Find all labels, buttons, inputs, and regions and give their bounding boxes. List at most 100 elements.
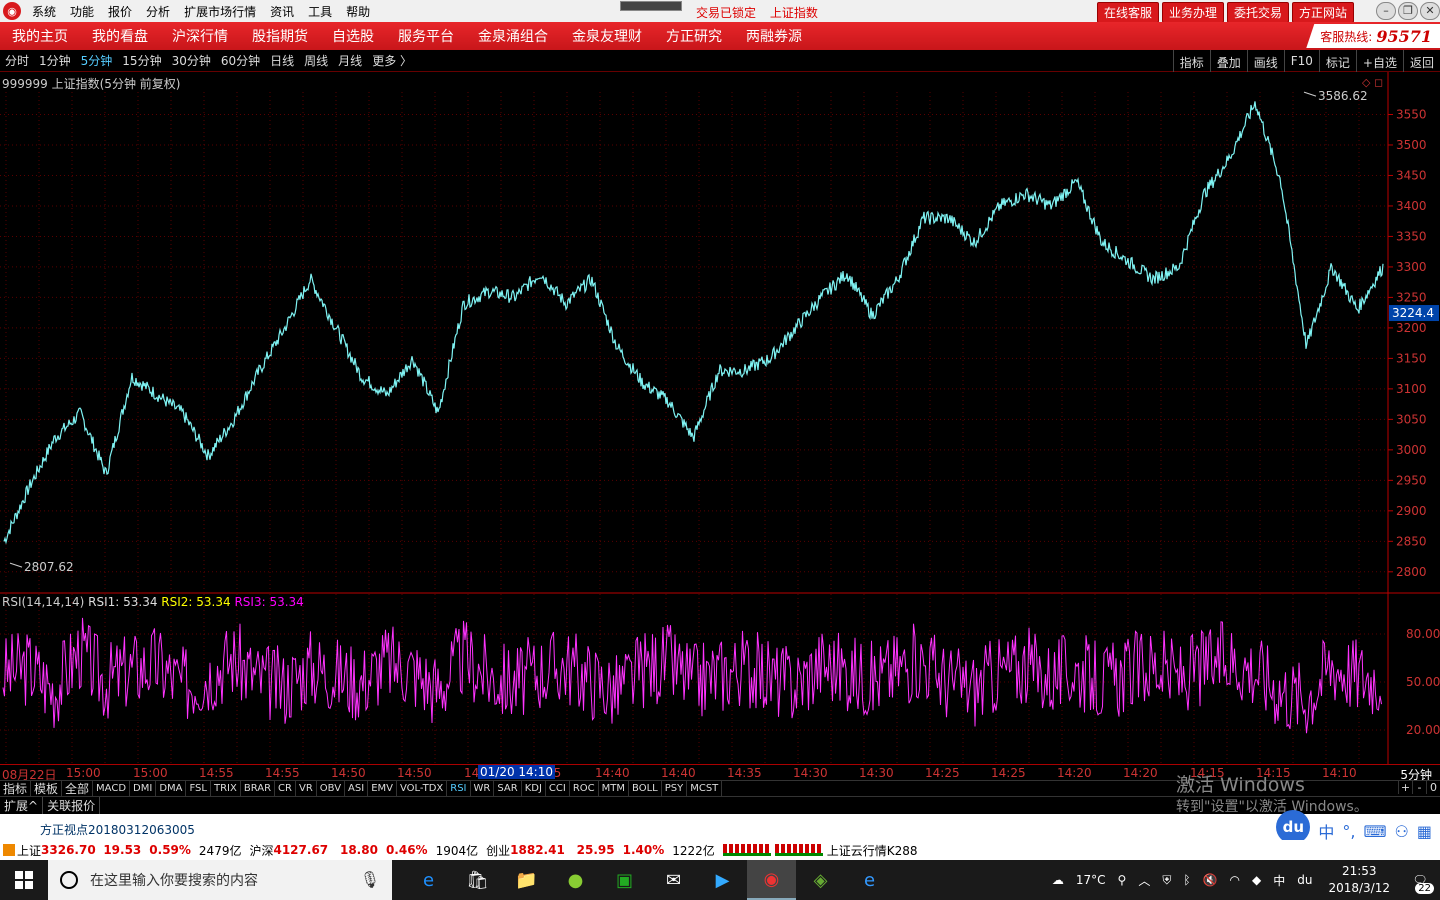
menu-item-quote[interactable]: 报价 <box>101 3 139 20</box>
nav-my-board[interactable]: 我的看盘 <box>80 26 160 46</box>
mail-icon[interactable]: ✉ <box>649 860 698 900</box>
pane-reset-button[interactable]: 0 <box>1426 781 1440 794</box>
period-day[interactable]: 日线 <box>265 52 299 69</box>
tab-kdj[interactable]: KDJ <box>522 780 546 797</box>
period-1min[interactable]: 1分钟 <box>34 52 76 69</box>
tab-macd[interactable]: MACD <box>93 780 131 797</box>
tool-add-watchlist[interactable]: +自选 <box>1355 50 1403 72</box>
nav-wealth[interactable]: 金泉友理财 <box>560 26 654 46</box>
news-headline[interactable]: 方正视点20180312063005 <box>40 821 195 838</box>
minimize-icon[interactable]: – <box>1376 2 1396 20</box>
menu-item-analysis[interactable]: 分析 <box>139 3 177 20</box>
menu-item-ext-market[interactable]: 扩展市场行情 <box>177 3 263 20</box>
tab-dmi[interactable]: DMI <box>130 780 157 797</box>
menu-item-system[interactable]: 系统 <box>25 3 63 20</box>
business-button[interactable]: 业务办理 <box>1161 2 1224 23</box>
tool-indicator[interactable]: 指标 <box>1172 50 1210 72</box>
tray-app-icon[interactable]: ◆ <box>1246 873 1267 887</box>
tab-template[interactable]: 模板 <box>31 780 63 797</box>
pane-remove-button[interactable]: - <box>1412 781 1426 794</box>
hotline-badge[interactable]: 客服热线: 95571 <box>1306 24 1440 48</box>
bluetooth-icon[interactable]: ᛒ <box>1177 873 1196 887</box>
related-quotes[interactable]: 关联报价 <box>43 797 101 814</box>
period-15min[interactable]: 15分钟 <box>117 52 166 69</box>
nav-service[interactable]: 服务平台 <box>386 26 466 46</box>
ime-grid-icon[interactable]: ▦ <box>1417 822 1432 841</box>
tool-f10[interactable]: F10 <box>1283 50 1319 72</box>
edge-icon[interactable]: e <box>404 860 453 900</box>
tab-vol-tdx[interactable]: VOL-TDX <box>397 780 448 797</box>
tab-dma[interactable]: DMA <box>156 780 187 797</box>
period-5min[interactable]: 5分钟 <box>76 52 118 69</box>
taskbar-search-box[interactable]: 在这里输入你要搜索的内容 🎙 <box>48 860 392 900</box>
tab-roc[interactable]: ROC <box>570 780 599 797</box>
close-icon[interactable]: ✕ <box>1420 2 1440 20</box>
microphone-icon[interactable]: 🎙 <box>360 870 380 889</box>
menu-item-tools[interactable]: 工具 <box>301 3 339 20</box>
store-icon[interactable]: 🛍 <box>453 860 502 900</box>
tab-mcst[interactable]: MCST <box>687 780 723 797</box>
tab-obv[interactable]: OBV <box>317 780 346 797</box>
period-week[interactable]: 周线 <box>299 52 333 69</box>
period-60min[interactable]: 60分钟 <box>216 52 265 69</box>
trade-button[interactable]: 委托交易 <box>1226 2 1289 23</box>
explorer-icon[interactable]: 📁 <box>502 860 551 900</box>
tab-vr[interactable]: VR <box>296 780 317 797</box>
tab-cr[interactable]: CR <box>275 780 296 797</box>
tab-wr[interactable]: WR <box>471 780 495 797</box>
tab-psy[interactable]: PSY <box>662 780 688 797</box>
shield-icon[interactable]: ⛨ <box>1156 873 1177 888</box>
extend-toggle[interactable]: 扩展^ <box>0 797 44 814</box>
baidu-ime-icon[interactable]: du <box>1276 810 1311 844</box>
windows-start-icon[interactable] <box>0 860 48 900</box>
tool-mark[interactable]: 标记 <box>1318 50 1356 72</box>
nav-research[interactable]: 方正研究 <box>654 26 734 46</box>
cloud-quote-label[interactable]: 上证云行情K288 <box>827 842 918 859</box>
tab-fsl[interactable]: FSL <box>186 780 211 797</box>
tab-sar[interactable]: SAR <box>494 780 522 797</box>
nav-home[interactable]: 我的主页 <box>0 26 80 46</box>
app-photo-icon[interactable]: ▣ <box>600 860 649 900</box>
period-more[interactable]: 更多 〉 <box>367 52 417 69</box>
menu-item-news[interactable]: 资讯 <box>263 3 301 20</box>
ime-keyboard-icon[interactable]: ⌨ <box>1363 822 1386 841</box>
wifi-icon[interactable]: ◠ <box>1224 873 1246 887</box>
website-button[interactable]: 方正网站 <box>1291 2 1354 23</box>
online-service-button[interactable]: 在线客服 <box>1096 2 1159 23</box>
nav-watchlist[interactable]: 自选股 <box>320 26 386 46</box>
tool-back[interactable]: 返回 <box>1402 50 1440 72</box>
ime-lang-indicator[interactable]: 中 <box>1267 872 1291 889</box>
tab-rsi[interactable]: RSI <box>447 780 471 797</box>
tab-trix[interactable]: TRIX <box>211 780 241 797</box>
notification-icon[interactable]: 🗨 22 <box>1400 860 1440 900</box>
tab-asi[interactable]: ASI <box>345 780 369 797</box>
app-green-icon[interactable]: ● <box>551 860 600 900</box>
system-clock[interactable]: 21:53 2018/3/12 <box>1318 863 1400 897</box>
nav-portfolio[interactable]: 金泉涌组合 <box>466 26 560 46</box>
tab-indicator[interactable]: 指标 <box>0 780 32 797</box>
ime-punct-icon[interactable]: °, <box>1342 822 1355 841</box>
baidu-tray-icon[interactable]: du <box>1291 873 1318 887</box>
menu-item-function[interactable]: 功能 <box>63 3 101 20</box>
restore-icon[interactable]: ❐ <box>1398 2 1418 20</box>
nav-index-futures[interactable]: 股指期货 <box>240 26 320 46</box>
period-month[interactable]: 月线 <box>333 52 367 69</box>
weather-icon[interactable]: ☁ <box>1046 873 1070 887</box>
period-30min[interactable]: 30分钟 <box>167 52 216 69</box>
tab-all[interactable]: 全部 <box>62 780 94 797</box>
price-chart[interactable]: 3550 3500 3450 3400 3350 3300 3250 3200 3150 3100… <box>0 72 1440 594</box>
ime-user-icon[interactable]: ⚇ <box>1395 822 1409 841</box>
ie-icon[interactable]: e <box>845 860 894 900</box>
app-trade-icon[interactable]: ◈ <box>796 860 845 900</box>
nav-hs-market[interactable]: 沪深行情 <box>160 26 240 46</box>
video-icon[interactable]: ▶ <box>698 860 747 900</box>
tab-boll[interactable]: BOLL <box>629 780 662 797</box>
volume-muted-icon[interactable]: 🔇 <box>1197 873 1224 887</box>
tab-mtm[interactable]: MTM <box>599 780 630 797</box>
rsi-chart[interactable]: 80.00 50.00 20.00 <box>0 594 1440 764</box>
menu-item-help[interactable]: 帮助 <box>339 3 377 20</box>
tray-expand-icon[interactable]: ︿ <box>1132 872 1156 889</box>
tool-draw[interactable]: 画线 <box>1246 50 1284 72</box>
founder-app-icon[interactable]: ◉ <box>747 860 796 900</box>
pane-add-button[interactable]: + <box>1398 781 1412 794</box>
